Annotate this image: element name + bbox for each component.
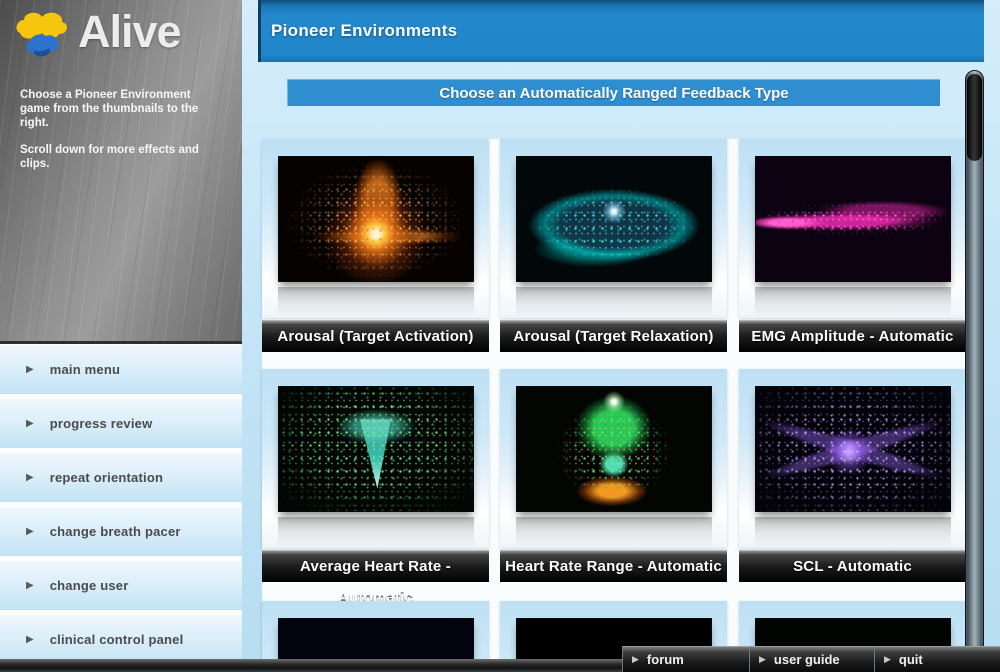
tile-label: Arousal (Target Activation) (262, 320, 489, 352)
footer-button-label: quit (899, 652, 923, 667)
play-arrow-icon: ▶ (26, 472, 34, 483)
banner-title: Choose an Automatically Ranged Feedback … (439, 85, 788, 102)
thumbnail-image-orange-burst (278, 156, 474, 282)
sidebar-item-change-breath-pacer[interactable]: ▶ change breath pacer (0, 506, 242, 556)
particle-texture (279, 387, 473, 511)
instruction-line-2: Scroll down for more effects and clips. (20, 143, 218, 171)
tile-label: Heart Rate Range - Automatic (500, 550, 727, 582)
sidebar-item-repeat-orientation[interactable]: ▶ repeat orientation (0, 452, 242, 502)
play-arrow-icon: ▶ (26, 526, 34, 537)
sidebar-item-progress-review[interactable]: ▶ progress review (0, 398, 242, 448)
sidebar-info-panel: Alive Choose a Pioneer Environment game … (0, 0, 242, 344)
thumbnail-card (262, 369, 489, 548)
tile-label: SCL - Automatic (739, 550, 966, 582)
particle-texture (756, 157, 950, 281)
footer-button-bar: ▶ forum ▶ user guide ▶ quit (622, 646, 1000, 672)
tile-arousal-target-relaxation[interactable]: Arousal (Target Relaxation) (500, 139, 727, 352)
instruction-line-1: Choose a Pioneer Environment game from t… (20, 88, 218, 130)
sidebar-menu: ▶ main menu ▶ progress review ▶ repeat o… (0, 344, 242, 672)
tile-label: Arousal (Target Relaxation) (500, 320, 727, 352)
app-title: Alive (78, 6, 181, 58)
menu-item-label: change user (50, 578, 129, 593)
menu-item-label: repeat orientation (50, 470, 163, 485)
thumbnail-image-cyan-disc (516, 156, 712, 282)
user-guide-button[interactable]: ▶ user guide (749, 646, 874, 672)
tile-scl-automatic[interactable]: SCL - Automatic (739, 369, 966, 582)
play-arrow-icon: ▶ (26, 580, 34, 591)
menu-item-label: progress review (50, 416, 153, 431)
page-title: Pioneer Environments (271, 21, 457, 41)
particle-texture (517, 157, 711, 281)
feedback-type-banner: Choose an Automatically Ranged Feedback … (287, 79, 940, 106)
particle-texture (756, 387, 950, 511)
thumbnail-reflection (755, 287, 951, 317)
thumbnail-reflection (278, 517, 474, 547)
tile-label: EMG Amplitude - Automatic (739, 320, 966, 352)
thumbnail-reflection (516, 517, 712, 547)
alive-butterfly-icon (12, 6, 76, 58)
play-arrow-icon: ▶ (26, 418, 34, 429)
thumbnail-image-violet-cross (755, 386, 951, 512)
scrollbar-thumb[interactable] (967, 74, 982, 161)
alive-logo: Alive (12, 6, 181, 58)
tile-heart-rate-range-automatic[interactable]: Heart Rate Range - Automatic (500, 369, 727, 582)
thumbnail-card (262, 139, 489, 318)
play-arrow-icon: ▶ (759, 654, 766, 665)
menu-item-label: clinical control panel (50, 632, 184, 647)
tile-label: Average Heart Rate - Automatic (262, 550, 489, 582)
page-header: Pioneer Environments (258, 0, 984, 62)
quit-button[interactable]: ▶ quit (874, 646, 1000, 672)
tile-emg-amplitude-automatic[interactable]: EMG Amplitude - Automatic (739, 139, 966, 352)
thumbnail-card (500, 369, 727, 548)
tile-arousal-target-activation[interactable]: Arousal (Target Activation) (262, 139, 489, 352)
footer-button-label: user guide (774, 652, 840, 667)
sidebar-item-clinical-control-panel[interactable]: ▶ clinical control panel (0, 614, 242, 664)
thumbnail-image-green-dome (516, 386, 712, 512)
thumbnail-reflection (516, 287, 712, 317)
thumbnail-card (739, 139, 966, 318)
tile-average-heart-rate-automatic[interactable]: Average Heart Rate - Automatic (262, 369, 489, 582)
thumbnail-image-magenta-beam (755, 156, 951, 282)
footer-button-label: forum (647, 652, 684, 667)
scrollbar-track[interactable] (965, 70, 984, 663)
thumbnail-card (500, 139, 727, 318)
play-arrow-icon: ▶ (26, 634, 34, 645)
play-arrow-icon: ▶ (26, 364, 34, 375)
sidebar-item-change-user[interactable]: ▶ change user (0, 560, 242, 610)
thumbnail-reflection (278, 287, 474, 317)
sidebar-item-main-menu[interactable]: ▶ main menu (0, 344, 242, 394)
sidebar-instructions: Choose a Pioneer Environment game from t… (20, 88, 218, 184)
thumbnail-reflection (755, 517, 951, 547)
menu-item-label: change breath pacer (50, 524, 181, 539)
forum-button[interactable]: ▶ forum (622, 646, 749, 672)
particle-texture (517, 387, 711, 511)
thumbnail-image-green-funnel (278, 386, 474, 512)
particle-texture (279, 157, 473, 281)
alive-app-window: Alive Choose a Pioneer Environment game … (0, 0, 1000, 672)
play-arrow-icon: ▶ (884, 654, 891, 665)
menu-item-label: main menu (50, 362, 120, 377)
thumbnail-card (739, 369, 966, 548)
play-arrow-icon: ▶ (632, 654, 639, 665)
